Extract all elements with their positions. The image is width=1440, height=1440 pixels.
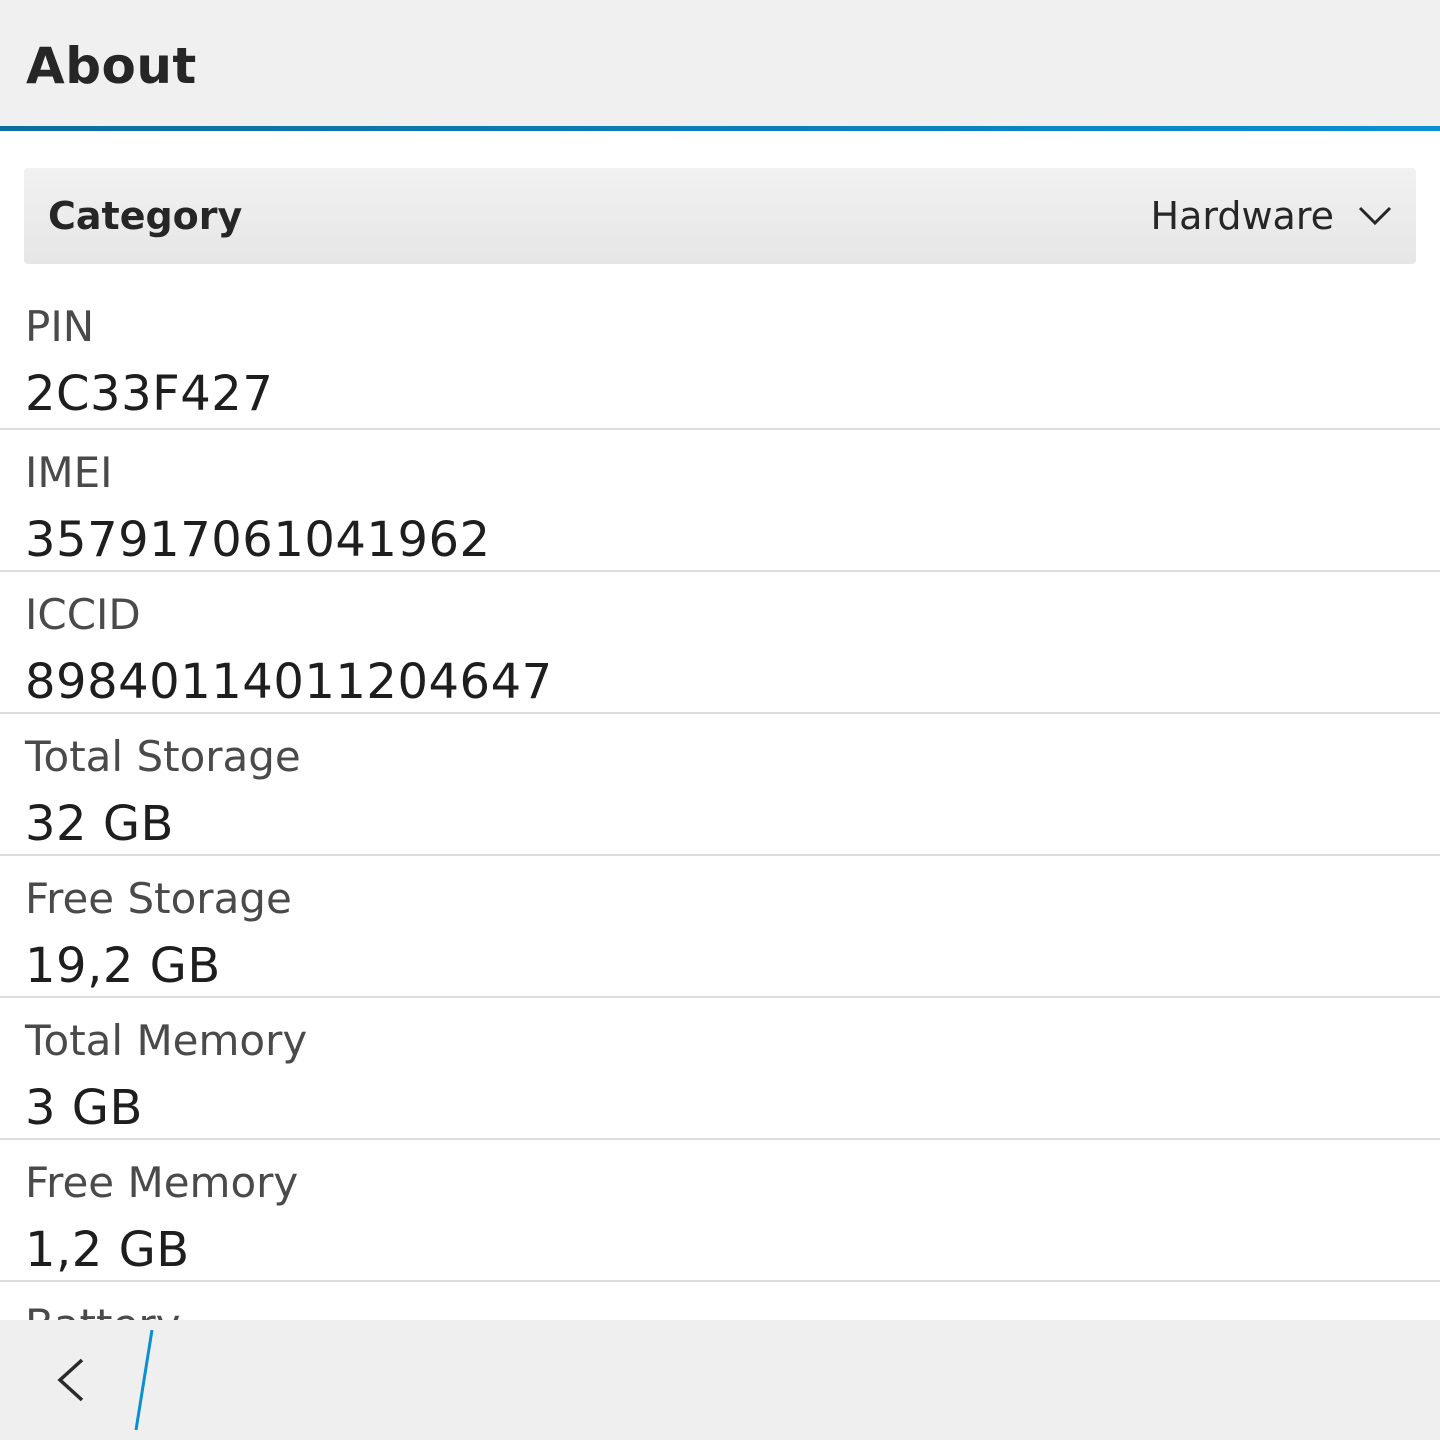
- item-label: Total Memory: [25, 1016, 308, 1065]
- list-item-pin[interactable]: PIN 2C33F427: [0, 284, 1440, 430]
- list-item-battery[interactable]: Battery: [0, 1282, 1440, 1320]
- category-label: Category: [48, 194, 243, 238]
- title-accent-line: [0, 126, 1440, 131]
- slash-divider-icon: [134, 1329, 154, 1431]
- list-item-imei[interactable]: IMEI 357917061041962: [0, 430, 1440, 572]
- list-item-free-memory[interactable]: Free Memory 1,2 GB: [0, 1140, 1440, 1282]
- list-item-free-storage[interactable]: Free Storage 19,2 GB: [0, 856, 1440, 998]
- item-value: 2C33F427: [25, 366, 274, 422]
- info-list[interactable]: PIN 2C33F427 IMEI 357917061041962 ICCID …: [0, 284, 1440, 1320]
- item-label: Total Storage: [25, 732, 301, 781]
- category-selected-value: Hardware: [1150, 194, 1334, 238]
- list-item-total-memory[interactable]: Total Memory 3 GB: [0, 998, 1440, 1140]
- item-label: Free Memory: [25, 1158, 299, 1207]
- chevron-down-icon: [1358, 206, 1392, 226]
- item-value: 1,2 GB: [25, 1222, 190, 1278]
- item-value: 89840114011204647: [25, 654, 553, 710]
- item-label: PIN: [25, 302, 95, 351]
- item-label: ICCID: [25, 590, 141, 639]
- item-value: 19,2 GB: [25, 938, 221, 994]
- item-label: Free Storage: [25, 874, 292, 923]
- page-title: About: [26, 37, 197, 95]
- category-dropdown[interactable]: Category Hardware: [24, 168, 1416, 264]
- action-bar: [0, 1320, 1440, 1440]
- item-value: 32 GB: [25, 796, 174, 852]
- item-value: 3 GB: [25, 1080, 143, 1136]
- title-bar: About: [0, 0, 1440, 126]
- about-screen: About Category Hardware PIN 2C33F427 IME…: [0, 0, 1440, 1440]
- item-label: IMEI: [25, 448, 113, 497]
- item-label: Battery: [25, 1300, 180, 1320]
- back-icon: [57, 1358, 84, 1402]
- list-item-iccid[interactable]: ICCID 89840114011204647: [0, 572, 1440, 714]
- back-button[interactable]: [40, 1340, 110, 1420]
- item-value: 357917061041962: [25, 512, 491, 568]
- list-item-total-storage[interactable]: Total Storage 32 GB: [0, 714, 1440, 856]
